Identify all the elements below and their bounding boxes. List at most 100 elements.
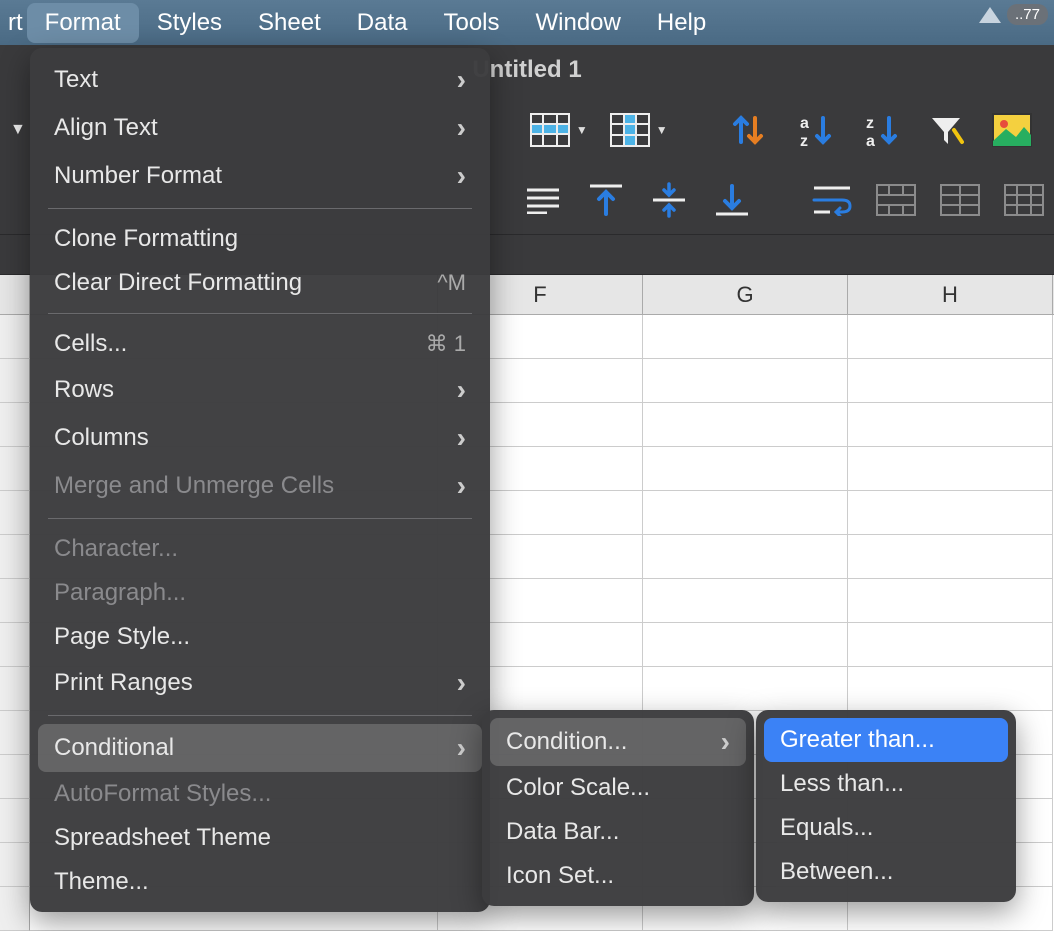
chevron-right-icon: ›	[721, 726, 730, 758]
chevron-right-icon: ›	[457, 422, 466, 454]
align-bottom-icon[interactable]	[713, 178, 752, 222]
cell[interactable]	[643, 447, 848, 491]
select-all-corner[interactable]	[0, 275, 30, 314]
menu-separator	[48, 518, 472, 519]
row-header[interactable]	[0, 535, 30, 579]
format-menu-item[interactable]: Number Format›	[30, 152, 490, 200]
format-menu-item[interactable]: Cells... ⌘ 1	[30, 322, 490, 366]
cell[interactable]	[848, 579, 1053, 623]
cell[interactable]	[848, 667, 1053, 711]
menubar-item-data[interactable]: Data	[339, 3, 426, 43]
format-menu-item[interactable]: Clone Formatting	[30, 217, 490, 261]
autofilter-icon[interactable]	[924, 108, 968, 152]
cell[interactable]	[643, 667, 848, 711]
menu-item-label: Text	[54, 66, 98, 94]
cell[interactable]	[848, 315, 1053, 359]
menubar-item-styles[interactable]: Styles	[139, 3, 240, 43]
merge-center-icon[interactable]	[940, 178, 980, 222]
cell[interactable]	[848, 491, 1053, 535]
column-header-g[interactable]: G	[643, 275, 848, 314]
cell[interactable]	[848, 359, 1053, 403]
menu-shortcut: ⌘ 1	[426, 331, 466, 357]
row-header[interactable]	[0, 755, 30, 799]
menubar-item-sheet[interactable]: Sheet	[240, 3, 339, 43]
row-header[interactable]	[0, 403, 30, 447]
chevron-right-icon: ›	[457, 64, 466, 96]
menu-item-label: Page Style...	[54, 623, 190, 651]
menubar-item-tools[interactable]: Tools	[425, 3, 517, 43]
format-menu-item[interactable]: Text ›	[30, 56, 490, 104]
format-menu-item[interactable]: Conditional›	[38, 724, 482, 772]
row-header[interactable]	[0, 447, 30, 491]
cell[interactable]	[643, 315, 848, 359]
toolbar-dropdown-arrow[interactable]: ▼	[10, 121, 26, 139]
unmerge-cells-icon[interactable]	[1004, 178, 1044, 222]
align-middle-icon[interactable]	[650, 178, 689, 222]
insert-image-icon[interactable]	[990, 108, 1034, 152]
conditional-menu-item[interactable]: Color Scale...	[482, 766, 754, 810]
svg-text:a: a	[800, 115, 809, 132]
menu-item-label: Cells...	[54, 330, 127, 358]
format-menu-item[interactable]: Theme...	[30, 860, 490, 904]
menu-item-label: Clear Direct Formatting	[54, 269, 302, 297]
toolbar-row-button[interactable]: ▼	[530, 113, 588, 147]
cell[interactable]	[643, 535, 848, 579]
menubar-item-window[interactable]: Window	[518, 3, 639, 43]
cell[interactable]	[848, 535, 1053, 579]
conditional-menu-item[interactable]: Icon Set...	[482, 854, 754, 898]
row-header[interactable]	[0, 799, 30, 843]
column-header-h[interactable]: H	[848, 275, 1053, 314]
format-menu-item[interactable]: Rows›	[30, 366, 490, 414]
menu-separator	[48, 313, 472, 314]
condition-menu-item[interactable]: Between...	[756, 850, 1016, 894]
sort-desc-icon[interactable]: za	[858, 108, 902, 152]
toolbar-column-button[interactable]: ▼	[610, 113, 668, 147]
wrap-text-icon[interactable]	[812, 178, 852, 222]
condition-menu-item[interactable]: Less than...	[756, 762, 1016, 806]
format-menu-item[interactable]: Spreadsheet Theme	[30, 816, 490, 860]
menubar-status-badge[interactable]: ..77	[977, 4, 1048, 25]
condition-menu-item[interactable]: Equals...	[756, 806, 1016, 850]
row-header[interactable]	[0, 491, 30, 535]
format-menu-item[interactable]: Clear Direct Formatting^M	[30, 261, 490, 305]
format-menu-item[interactable]: Print Ranges›	[30, 659, 490, 707]
cell[interactable]	[643, 403, 848, 447]
row-header[interactable]	[0, 359, 30, 403]
row-header[interactable]	[0, 711, 30, 755]
menubar-item-insert-cut[interactable]: rt	[8, 3, 27, 43]
cell[interactable]	[643, 491, 848, 535]
menu-item-label: Data Bar...	[506, 818, 619, 846]
cell[interactable]	[643, 359, 848, 403]
condition-menu-item[interactable]: Greater than...	[764, 718, 1008, 762]
sort-asc-icon[interactable]: az	[792, 108, 836, 152]
cell[interactable]	[848, 403, 1053, 447]
chevron-right-icon: ›	[457, 374, 466, 406]
cell[interactable]	[643, 579, 848, 623]
format-menu-item[interactable]: Page Style...	[30, 615, 490, 659]
menu-item-label: Condition...	[506, 728, 627, 756]
svg-text:z: z	[800, 133, 808, 148]
align-justify-icon[interactable]	[524, 178, 563, 222]
row-header[interactable]	[0, 315, 30, 359]
format-menu-item[interactable]: Align Text›	[30, 104, 490, 152]
conditional-menu-item[interactable]: Data Bar...	[482, 810, 754, 854]
conditional-menu-item[interactable]: Condition... ›	[490, 718, 746, 766]
menubar-item-help[interactable]: Help	[639, 3, 724, 43]
row-header[interactable]	[0, 887, 30, 931]
format-menu-item: Merge and Unmerge Cells›	[30, 462, 490, 510]
format-menu-item[interactable]: Columns›	[30, 414, 490, 462]
menubar-item-format[interactable]: Format	[27, 3, 139, 43]
cell[interactable]	[848, 447, 1053, 491]
menu-item-label: Merge and Unmerge Cells	[54, 472, 334, 500]
row-header[interactable]	[0, 579, 30, 623]
row-header[interactable]	[0, 667, 30, 711]
cell[interactable]	[643, 623, 848, 667]
menu-item-label: Icon Set...	[506, 862, 614, 890]
merge-cells-icon[interactable]	[876, 178, 916, 222]
cell[interactable]	[848, 623, 1053, 667]
row-header[interactable]	[0, 843, 30, 887]
notification-count: ..77	[1007, 4, 1048, 25]
sort-icon[interactable]	[726, 108, 770, 152]
align-top-icon[interactable]	[587, 178, 626, 222]
row-header[interactable]	[0, 623, 30, 667]
